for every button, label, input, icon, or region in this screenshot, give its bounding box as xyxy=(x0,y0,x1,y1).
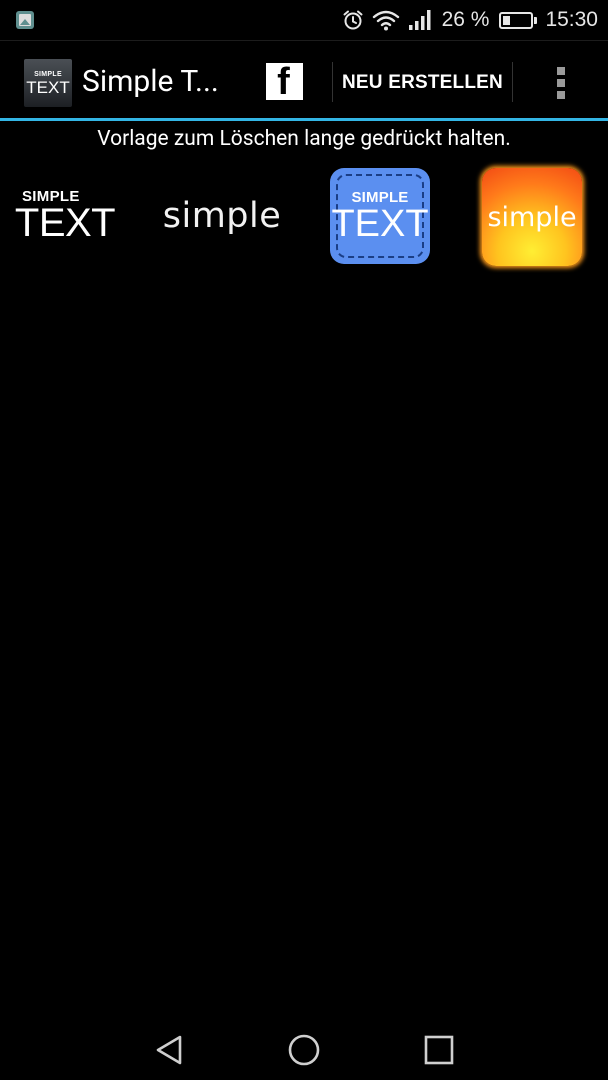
action-bar-divider xyxy=(0,118,608,121)
gallery-icon xyxy=(16,11,34,29)
new-button[interactable]: NEU ERSTELLEN xyxy=(333,61,512,105)
template-line2: TEXT xyxy=(14,201,116,245)
action-separator xyxy=(512,62,513,102)
template-simple-lowercase[interactable]: simple xyxy=(163,166,281,266)
wifi-icon xyxy=(372,10,399,31)
signal-icon xyxy=(408,10,431,30)
template-line2: TEXT xyxy=(331,202,429,245)
app-logo-line1: SIMPLE xyxy=(34,70,62,78)
action-bar: SIMPLE TEXT Simple T... f NEU ERSTELLEN xyxy=(0,40,608,118)
battery-percent: 26 % xyxy=(441,8,490,31)
app-title[interactable]: Simple T... xyxy=(82,64,219,100)
recents-icon[interactable] xyxy=(419,1032,459,1068)
status-icons: 26 % 15:30 xyxy=(342,0,598,40)
app-logo[interactable]: SIMPLE TEXT xyxy=(24,59,72,107)
more-vert-icon[interactable] xyxy=(548,61,574,105)
status-bar: 26 % 15:30 xyxy=(0,0,608,40)
template-simple-text-blue[interactable]: SIMPLE TEXT xyxy=(330,168,430,264)
template-simple-orange[interactable]: simple xyxy=(482,168,582,266)
hint-text: Vorlage zum Löschen lange gedrückt halte… xyxy=(97,127,511,151)
template-list: SIMPLE TEXT simple SIMPLE TEXT simple xyxy=(0,162,608,272)
battery-icon xyxy=(499,11,538,29)
facebook-icon: f xyxy=(277,63,290,100)
template-text: simple xyxy=(162,195,282,236)
template-simple-text-plain[interactable]: SIMPLE TEXT xyxy=(14,166,116,266)
back-icon[interactable] xyxy=(150,1032,190,1068)
alarm-icon xyxy=(343,10,363,30)
facebook-button[interactable]: f xyxy=(266,63,303,100)
app-logo-line2: TEXT xyxy=(26,77,70,97)
navigation-bar xyxy=(0,1020,608,1080)
template-text: simple xyxy=(487,201,577,233)
home-icon[interactable] xyxy=(284,1032,324,1068)
clock: 15:30 xyxy=(545,8,598,31)
